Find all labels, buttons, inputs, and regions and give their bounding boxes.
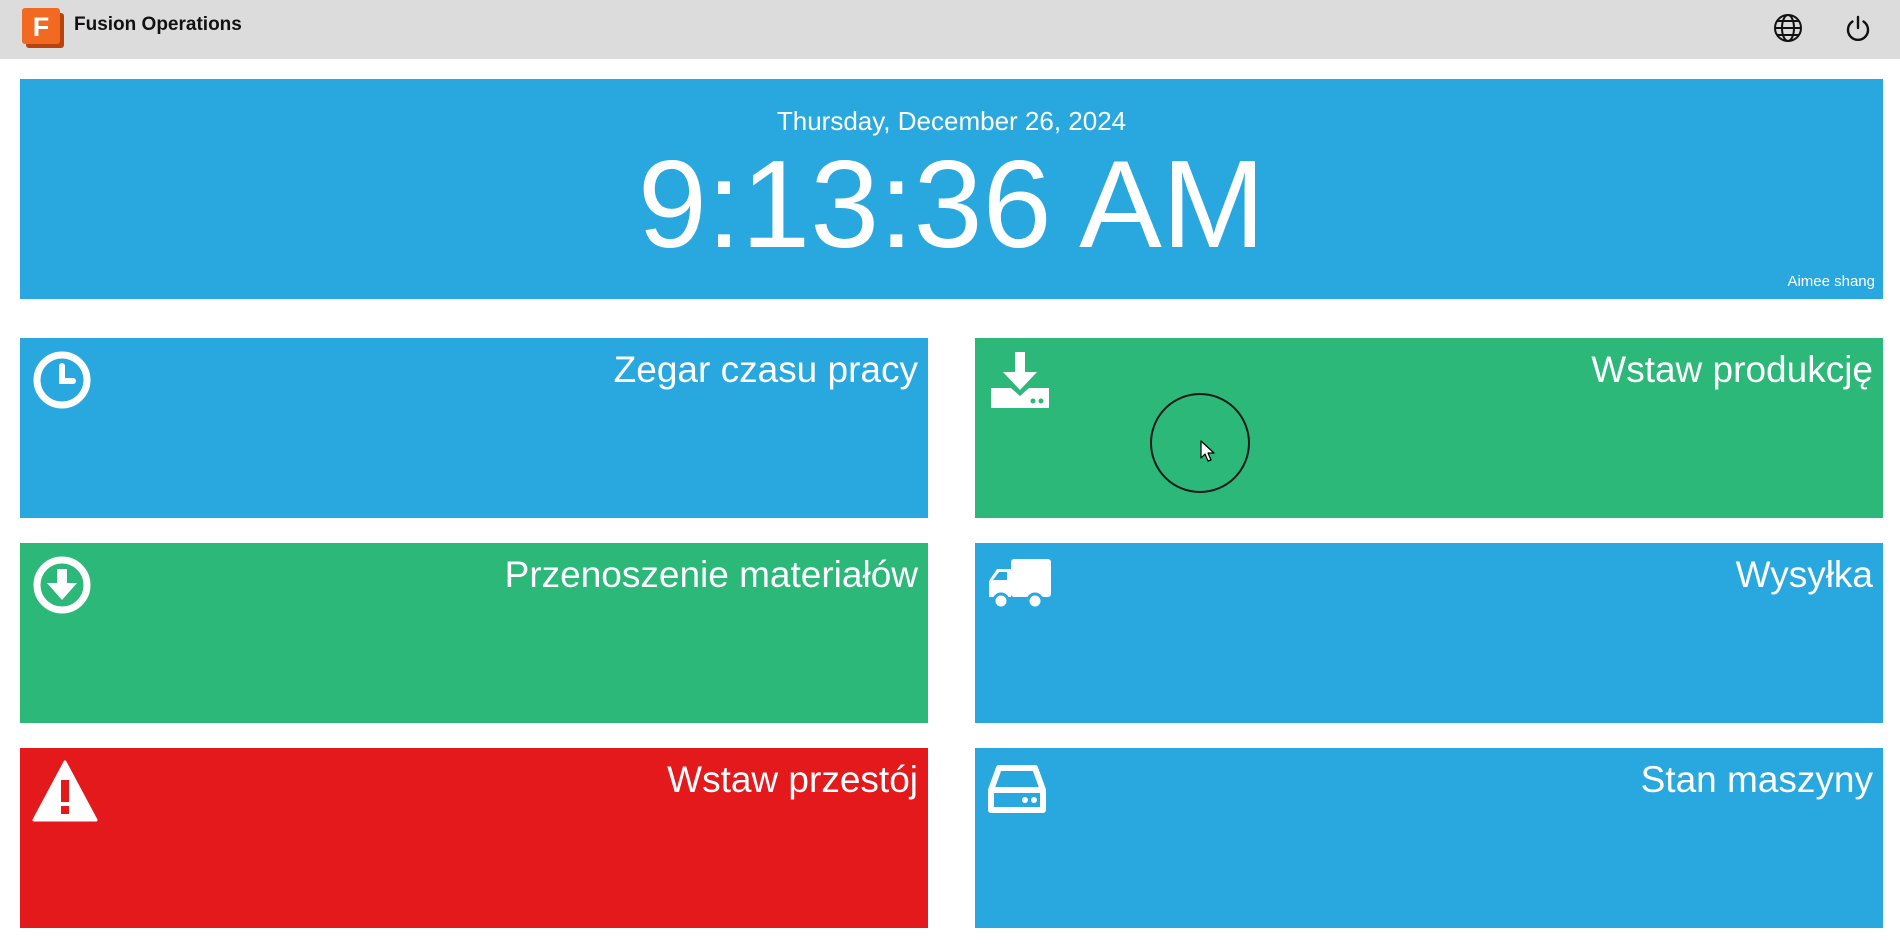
tile-material-transfer[interactable]: Przenoszenie materiałów: [20, 543, 928, 723]
hard-drive-icon: [987, 760, 1053, 826]
app-logo: F: [22, 8, 66, 49]
user-name: Aimee shang: [1787, 273, 1875, 290]
current-date: Thursday, December 26, 2024: [776, 106, 1127, 136]
logout-button[interactable]: [1840, 12, 1876, 48]
arrow-down-circle-icon: [32, 555, 98, 621]
tile-insert-downtime[interactable]: Wstaw przestój: [20, 748, 928, 928]
current-time: 9:13:36 AM: [637, 136, 1266, 274]
warning-icon: [32, 760, 98, 826]
clock-icon: [32, 350, 98, 416]
tile-shipping[interactable]: Wysyłka: [975, 543, 1883, 723]
tile-label: Zegar czasu pracy: [613, 349, 918, 390]
tile-label: Stan maszyny: [1640, 759, 1873, 800]
language-button[interactable]: [1770, 12, 1806, 48]
tile-machine-status[interactable]: Stan maszyny: [975, 748, 1883, 928]
tile-time-clock[interactable]: Zegar czasu pracy: [20, 338, 928, 518]
tile-insert-production[interactable]: Wstaw produkcję: [975, 338, 1883, 518]
globe-icon: [1773, 13, 1803, 48]
tile-label: Wstaw produkcję: [1591, 349, 1873, 390]
power-icon: [1844, 14, 1872, 47]
top-bar: F Fusion Operations: [0, 0, 1900, 59]
tile-label: Wysyłka: [1735, 554, 1873, 595]
svg-text:F: F: [33, 12, 50, 42]
download-tray-icon: [987, 350, 1053, 416]
truck-icon: [987, 555, 1053, 621]
app-title: Fusion Operations: [74, 14, 242, 35]
clock-panel: Thursday, December 26, 2024 9:13:36 AM A…: [20, 79, 1883, 299]
tile-label: Wstaw przestój: [667, 759, 918, 800]
tile-label: Przenoszenie materiałów: [504, 554, 918, 595]
